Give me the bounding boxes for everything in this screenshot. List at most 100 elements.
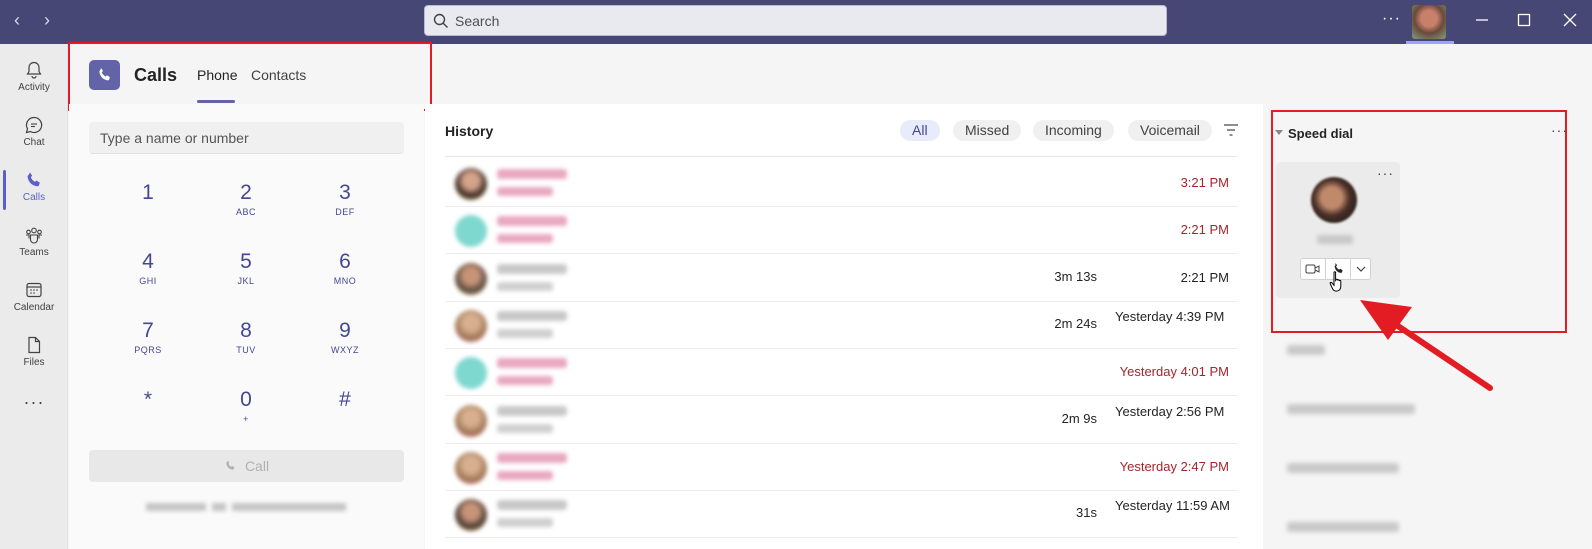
rail-label: Calendar [13,302,55,313]
speed-dial-group-redacted[interactable] [1287,404,1415,414]
call-type-redacted [497,518,553,528]
call-time: Yesterday 11:59 AM [1115,498,1230,514]
dial-key-letters: ABC [235,207,256,217]
dial-key-digit: 0 [240,388,252,411]
history-row[interactable]: 3m 13s 2:21 PM [445,255,1237,302]
history-row[interactable]: 3:21 PM [445,160,1237,207]
dial-key[interactable]: 4 GHI [108,249,188,307]
dial-input[interactable] [89,122,404,154]
avatar [455,262,487,295]
call-duration: 31s [1076,505,1097,521]
chevron-right-icon[interactable]: › [44,10,50,30]
rail-item-teams[interactable]: Teams [0,219,68,273]
rail-label: Files [23,357,45,368]
call-duration: 2m 24s [1054,315,1097,331]
caller-name-redacted [497,452,567,463]
call-type-redacted [497,470,553,480]
avatar[interactable] [1412,5,1446,39]
dial-key[interactable]: 6 MNO [305,249,385,307]
divider [445,156,1237,157]
speed-dial-group-redacted[interactable] [1287,522,1399,532]
dial-key[interactable]: # [305,387,385,445]
dial-key[interactable]: 0 + [206,387,286,445]
avatar [455,309,487,342]
maximize-icon[interactable] [1516,12,1532,28]
history-row[interactable]: 2:21 PM [445,207,1237,255]
call-time: Yesterday 2:47 PM [1119,458,1229,474]
filter-icon[interactable] [1224,124,1238,136]
app-rail: Activity Chat Calls Teams Calendar Files… [0,44,68,549]
dial-key-letters: DEF [335,207,355,217]
dial-key[interactable]: 1 [108,180,188,238]
more-options-icon[interactable]: ··· [1382,10,1401,28]
call-duration: 2m 9s [1061,410,1097,426]
speed-dial-group-redacted[interactable] [1287,345,1325,355]
filter-voicemail[interactable]: Voicemail [1128,120,1212,141]
dial-key-digit: 2 [240,181,252,204]
dial-key[interactable]: 3 DEF [305,180,385,238]
avatar [455,357,487,390]
dial-key-digit: 8 [240,319,252,342]
call-type-redacted [497,234,553,244]
more-apps-icon[interactable]: ··· [0,392,68,413]
search-input[interactable]: Search [424,5,1167,36]
dial-key[interactable]: 5 JKL [206,249,286,307]
dial-key[interactable]: 9 WXYZ [305,318,385,376]
avatar [455,404,487,437]
dial-key[interactable]: 7 PQRS [108,318,188,376]
history-row[interactable]: 2m 9s Yesterday 2:56 PM [445,397,1237,444]
speed-dial-group-redacted[interactable] [1287,463,1399,473]
history-row[interactable]: 31s Yesterday 11:59 AM [445,491,1237,539]
dial-key-letters: JKL [237,276,255,286]
highlight-box-speed-dial [1271,110,1567,333]
call-time: 3:21 PM [1180,175,1229,190]
close-icon[interactable] [1562,12,1578,28]
filter-missed[interactable]: Missed [953,120,1022,141]
call-type-redacted [497,423,553,433]
rail-label: Teams [19,247,49,258]
history-row[interactable]: Yesterday 4:01 PM [445,349,1237,397]
rail-item-chat[interactable]: Chat [0,109,68,163]
title-bar: ‹ › Search ··· [0,0,1592,44]
dial-key[interactable]: * [108,387,188,445]
call-type-redacted [497,328,553,338]
avatar [455,168,487,200]
dial-key-letters: PQRS [134,345,162,355]
dial-key-letters: WXYZ [331,345,359,355]
dial-input-field[interactable] [89,122,404,153]
search-icon [433,13,448,28]
call-button-label: Call [244,458,270,474]
call-button[interactable]: Call [89,450,404,482]
call-time: 2:21 PM [1180,269,1229,285]
rail-item-files[interactable]: Files [0,329,68,383]
rail-item-activity[interactable]: Activity [0,54,68,108]
dial-key-letters: + [243,414,249,424]
dial-key-digit: 1 [142,181,154,204]
call-type-redacted [497,376,553,386]
my-number-redacted [146,500,346,514]
avatar [455,215,487,248]
chevron-left-icon[interactable]: ‹ [14,10,20,30]
filter-incoming[interactable]: Incoming [1033,120,1114,141]
history-title: History [445,123,494,139]
dial-key-digit: 3 [339,181,351,204]
dial-key-digit: # [339,388,351,411]
caller-name-redacted [497,405,567,416]
dial-key[interactable]: 8 TUV [206,318,286,376]
dial-key-digit: 6 [339,250,351,273]
history-row[interactable]: 2m 24s Yesterday 4:39 PM [445,302,1237,349]
filter-all[interactable]: All [900,120,940,141]
call-time: Yesterday 4:39 PM [1115,308,1225,324]
call-time: 2:21 PM [1180,222,1229,238]
phone-icon [27,172,40,187]
caller-name-redacted [497,263,567,274]
dial-key[interactable]: 2 ABC [206,180,286,238]
phone-icon [226,460,235,470]
dial-key-letters: TUV [236,345,256,355]
rail-label: Calls [22,192,46,203]
call-duration: 3m 13s [1054,268,1097,284]
minimize-icon[interactable] [1474,12,1490,28]
history-row[interactable]: Yesterday 2:47 PM [445,444,1237,491]
rail-item-calls[interactable]: Calls [0,164,68,218]
rail-item-calendar[interactable]: Calendar [0,274,68,328]
